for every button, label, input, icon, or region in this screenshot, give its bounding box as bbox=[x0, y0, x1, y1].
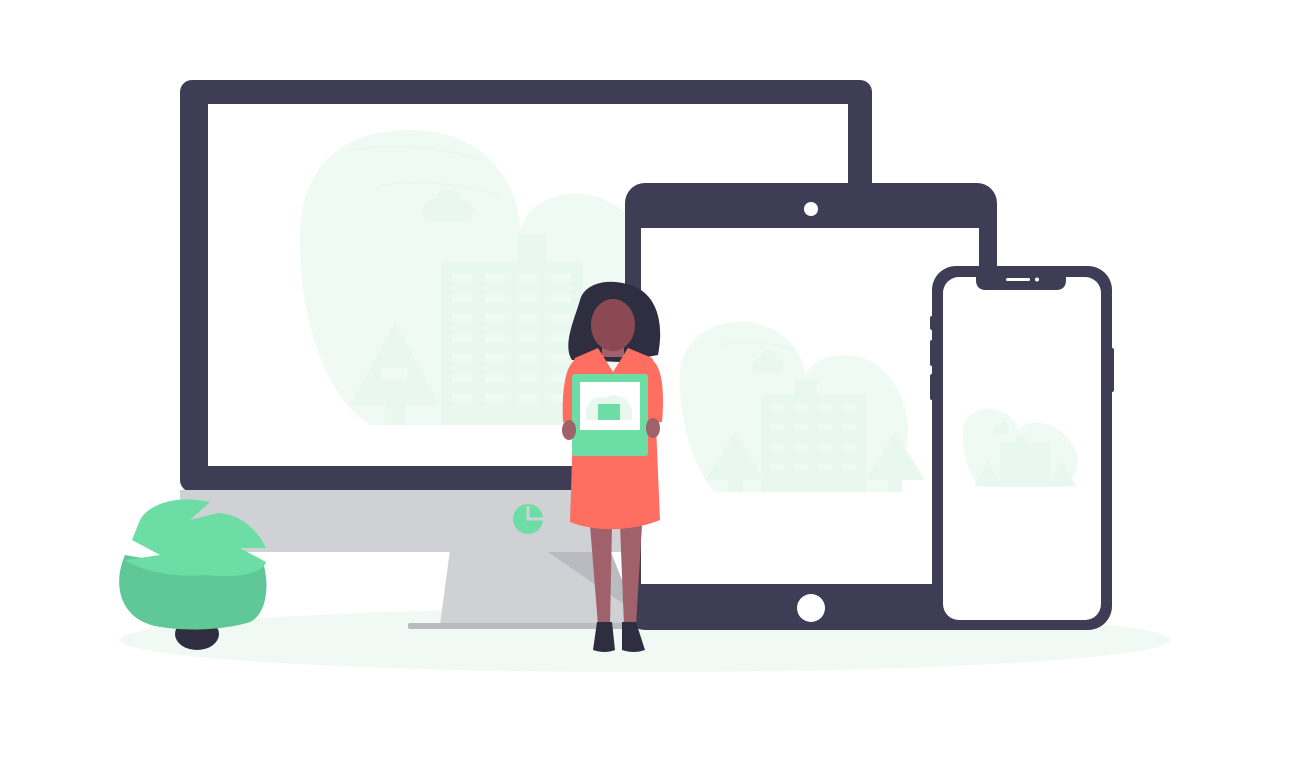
building-window bbox=[452, 334, 472, 342]
building-window bbox=[452, 354, 472, 362]
building-window bbox=[794, 464, 808, 470]
woman-hand bbox=[562, 420, 576, 440]
building-window bbox=[518, 374, 538, 382]
building-window bbox=[485, 274, 505, 282]
building-window bbox=[818, 404, 832, 410]
building-window bbox=[518, 394, 538, 402]
building-window bbox=[794, 424, 808, 430]
building-window bbox=[842, 464, 856, 470]
building-window bbox=[485, 394, 505, 402]
power-button-icon bbox=[513, 504, 543, 534]
building-icon bbox=[442, 235, 582, 425]
building-window bbox=[452, 274, 472, 282]
building-window bbox=[770, 404, 784, 410]
building-window bbox=[452, 374, 472, 382]
building-window bbox=[770, 464, 784, 470]
building-icon bbox=[762, 380, 866, 492]
building-window bbox=[485, 314, 505, 322]
building-window bbox=[794, 404, 808, 410]
building-window bbox=[452, 394, 472, 402]
tablet-camera bbox=[804, 202, 818, 216]
building-window bbox=[842, 404, 856, 410]
building-window bbox=[452, 294, 472, 302]
phone-camera bbox=[1035, 277, 1039, 282]
building-window bbox=[551, 334, 571, 342]
woman-face bbox=[591, 299, 635, 351]
building-window bbox=[518, 314, 538, 322]
building-window bbox=[818, 444, 832, 450]
smartphone bbox=[930, 266, 1114, 630]
building-window bbox=[770, 444, 784, 450]
building-window bbox=[518, 334, 538, 342]
building-window bbox=[794, 444, 808, 450]
building-window bbox=[518, 354, 538, 362]
building-icon bbox=[1000, 436, 1050, 487]
picture-frame bbox=[572, 374, 648, 456]
building-window bbox=[485, 334, 505, 342]
building-window bbox=[485, 294, 505, 302]
woman-hand bbox=[646, 418, 660, 438]
building-window bbox=[485, 354, 505, 362]
building-window bbox=[518, 294, 538, 302]
building-window bbox=[485, 374, 505, 382]
illustration-stage bbox=[0, 0, 1290, 754]
building-window bbox=[818, 424, 832, 430]
responsive-devices-illustration bbox=[119, 80, 1170, 672]
tree-sign bbox=[381, 368, 407, 380]
building-window bbox=[551, 314, 571, 322]
phone-speaker bbox=[1006, 278, 1030, 281]
building-window bbox=[518, 274, 538, 282]
building-window bbox=[551, 354, 571, 362]
building-window bbox=[842, 424, 856, 430]
building-window bbox=[818, 464, 832, 470]
tablet-home-button bbox=[797, 594, 825, 622]
building-window bbox=[842, 444, 856, 450]
building-window bbox=[452, 314, 472, 322]
building-window bbox=[551, 294, 571, 302]
building-window bbox=[770, 424, 784, 430]
building-window bbox=[551, 274, 571, 282]
